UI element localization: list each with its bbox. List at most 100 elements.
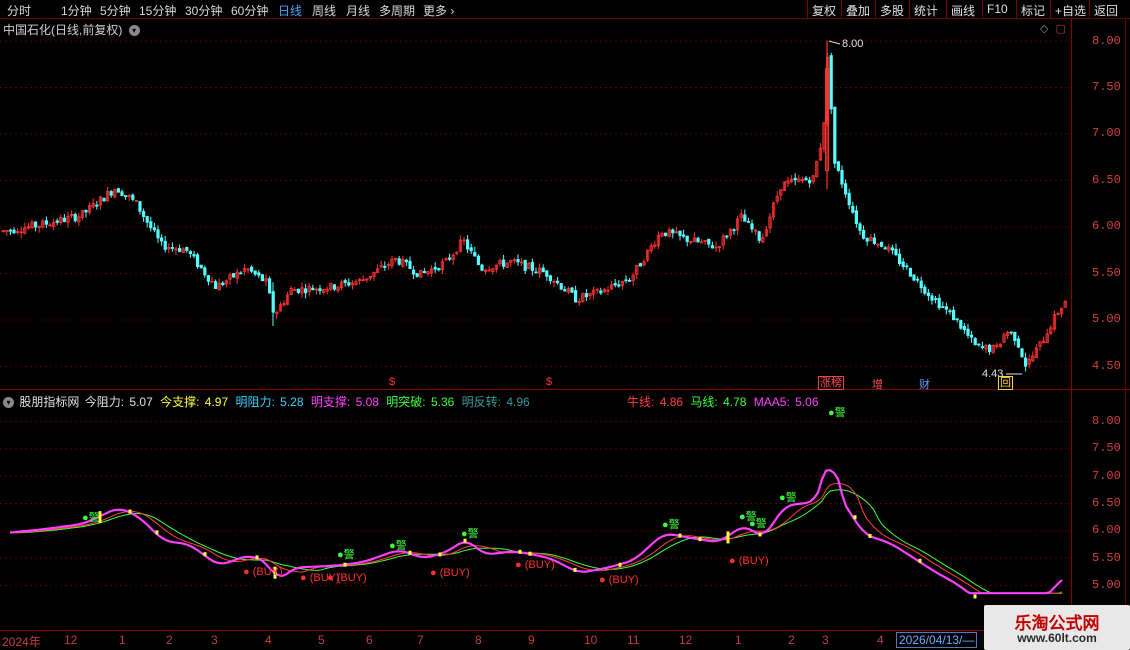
buy-signal: ● (BUY) <box>327 572 367 584</box>
candle-body <box>959 319 963 329</box>
warn-label: 警 <box>343 549 355 561</box>
warn-label: 警 <box>467 528 479 540</box>
candle-body <box>437 268 441 271</box>
candle-body <box>678 230 682 236</box>
candle-body <box>1009 331 1013 334</box>
candle-body <box>296 288 301 293</box>
support-mark <box>128 509 132 514</box>
candle-body <box>343 280 347 283</box>
candle-body <box>206 275 210 282</box>
candle-body <box>73 213 77 222</box>
support-mark <box>918 558 922 563</box>
legend-item: 马线: 4.78 <box>690 395 748 409</box>
legend-item: 明突破: 5.36 <box>386 395 456 409</box>
date-tick: 2024年 <box>2 635 41 649</box>
candle-body <box>804 177 808 181</box>
event-badge-increase[interactable]: 增 <box>872 376 883 392</box>
buy-signal: ● (BUY) <box>729 555 769 567</box>
candle-body <box>34 221 38 228</box>
support-mark <box>698 537 702 542</box>
legend-label: 今支撑: <box>160 395 200 409</box>
candle-body <box>120 191 124 196</box>
date-tick: 1 <box>119 633 126 647</box>
y-tick: 5.50 <box>1092 266 1121 280</box>
chevron-down-icon[interactable]: ▾ <box>3 397 14 409</box>
date-tick: 6 <box>366 633 373 647</box>
candle-body <box>908 267 913 277</box>
warn-signal: ●警 <box>461 528 479 540</box>
y-tick: 8.00 <box>1092 34 1121 48</box>
support-mark <box>255 555 259 560</box>
candle-body <box>905 265 909 268</box>
candle-body <box>973 338 977 346</box>
support-mark <box>343 562 347 567</box>
candle-body <box>447 257 452 260</box>
candle-body <box>898 253 902 265</box>
candle-body <box>624 279 628 282</box>
candle-body <box>858 223 862 231</box>
y-tick: 7.50 <box>1092 80 1121 94</box>
candle-body <box>793 177 797 181</box>
date-tick: 9 <box>528 633 535 647</box>
candle-body <box>404 259 409 263</box>
legend-value: 5.06 <box>795 395 819 409</box>
event-badge-finance[interactable]: 财 <box>919 376 930 392</box>
candle-body <box>163 240 167 250</box>
candle-body <box>574 290 578 303</box>
candle-body <box>116 188 120 193</box>
candle-body <box>854 210 859 224</box>
legend-item: 今阻力: 5.07 <box>85 395 155 409</box>
candle-body <box>12 229 16 234</box>
legend-label: 马线: <box>690 395 718 409</box>
warn-label: 警 <box>88 512 100 524</box>
main-gridlines <box>0 40 1071 367</box>
support-mark <box>573 567 577 572</box>
candle-body <box>8 229 12 232</box>
legend-item: 明阻力: 5.28 <box>235 395 305 409</box>
indicator-name[interactable]: 股朋指标网 <box>19 395 79 409</box>
candle-body <box>383 266 387 268</box>
date-tick: 3 <box>211 633 218 647</box>
date-tick: 12 <box>679 633 693 647</box>
candle-body <box>934 298 938 300</box>
high-price-label: 8.00 <box>842 38 864 50</box>
event-badge-buyback[interactable]: 回 <box>998 376 1013 390</box>
candle-body <box>685 235 689 242</box>
candle-body <box>559 283 563 290</box>
support-mark <box>438 552 442 557</box>
legend-item: 明反转: 4.96 <box>462 395 532 409</box>
candle-body <box>563 289 567 292</box>
candle-body <box>955 318 959 321</box>
support-mark <box>528 551 532 556</box>
buy-label: (BUY) <box>336 572 367 584</box>
support-mark <box>155 530 159 535</box>
candle-body <box>707 238 711 245</box>
candle-body <box>977 343 981 346</box>
candle-body <box>260 274 265 282</box>
event-badge-limit-up[interactable]: 涨榜 <box>818 376 844 390</box>
date-tick: 4 <box>265 633 272 647</box>
candle-body <box>570 287 574 293</box>
legend-value: 5.07 <box>129 395 153 409</box>
support-mark <box>973 594 977 599</box>
candle-body <box>177 247 182 252</box>
candle-body <box>847 192 851 206</box>
y-tick: 4.50 <box>1092 359 1121 373</box>
candle-body <box>347 282 351 286</box>
legend-item: MAA5: 5.06 <box>754 395 821 409</box>
date-tick: 1 <box>735 633 742 647</box>
candle-body <box>556 280 560 284</box>
candle-body <box>213 281 218 289</box>
event-badge[interactable]: $ <box>546 376 552 388</box>
candle-body <box>732 229 736 232</box>
event-badge[interactable]: $ <box>389 376 395 388</box>
candle-body <box>890 247 895 251</box>
candle-body <box>303 288 308 294</box>
legend-value: 4.86 <box>659 395 684 409</box>
candle-body <box>901 261 905 267</box>
candle-body <box>937 297 941 309</box>
high-pointer <box>828 40 841 45</box>
candlesticks <box>1 40 1067 375</box>
candle-body <box>433 266 437 270</box>
kline-chart[interactable] <box>0 0 1130 650</box>
